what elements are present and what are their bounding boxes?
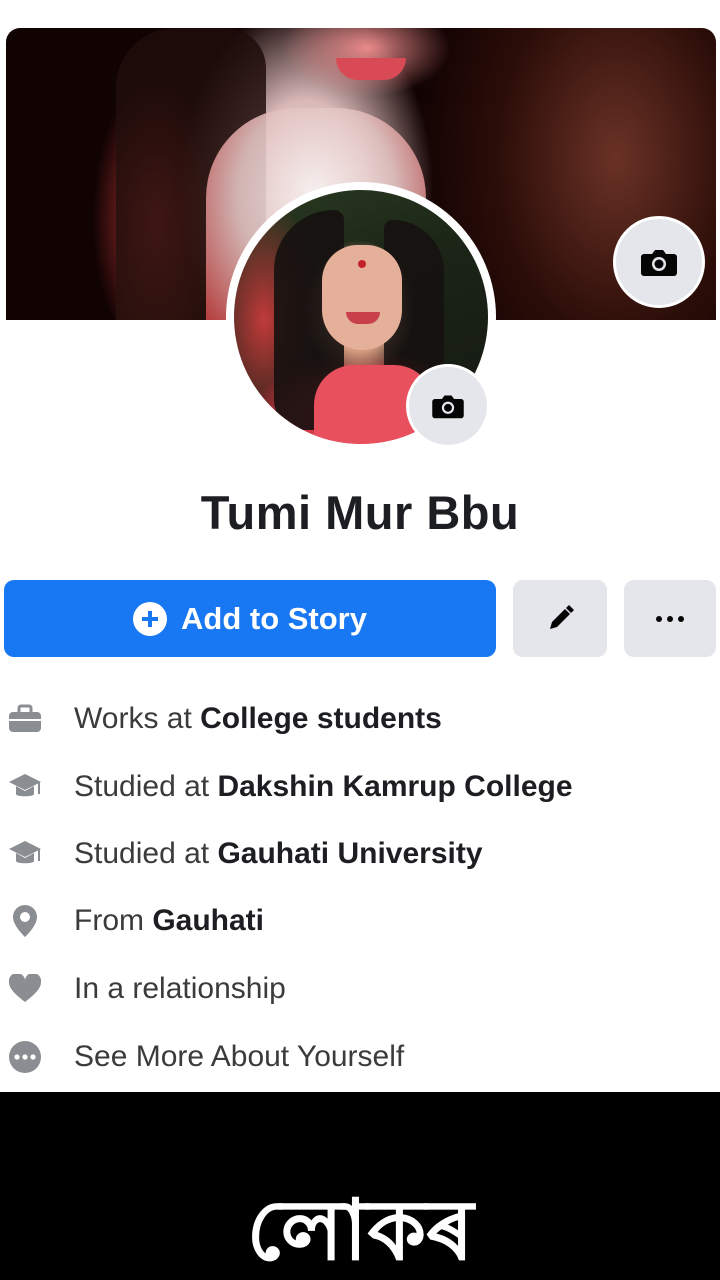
info-row-hometown[interactable]: From Gauhati bbox=[0, 896, 720, 946]
location-pin-icon bbox=[6, 902, 44, 940]
top-status-strip bbox=[0, 0, 720, 28]
ellipsis-circle-icon bbox=[6, 1038, 44, 1076]
info-value-hometown: Gauhati bbox=[152, 904, 265, 937]
edit-cover-photo-button[interactable] bbox=[613, 216, 705, 308]
edit-profile-picture-button[interactable] bbox=[406, 364, 490, 448]
add-to-story-label: Add to Story bbox=[181, 600, 367, 636]
heart-icon bbox=[6, 970, 44, 1008]
ellipsis-icon bbox=[656, 615, 684, 622]
info-value-work: College students bbox=[200, 702, 442, 735]
info-row-education-university[interactable]: Studied at Gauhati University bbox=[0, 829, 720, 879]
more-options-button[interactable] bbox=[624, 580, 716, 657]
info-text-work: Works at College students bbox=[74, 702, 442, 735]
add-to-story-button[interactable]: Add to Story bbox=[4, 580, 496, 657]
info-value-education-college: Dakshin Kamrup College bbox=[217, 770, 573, 803]
info-row-education-college[interactable]: Studied at Dakshin Kamrup College bbox=[0, 762, 720, 812]
pencil-icon bbox=[550, 604, 574, 629]
edit-profile-button[interactable] bbox=[513, 580, 607, 657]
avatar-bindi bbox=[358, 260, 366, 268]
camera-icon bbox=[641, 250, 677, 276]
info-value-education-university: Gauhati University bbox=[217, 837, 483, 870]
camera-icon bbox=[432, 395, 464, 419]
info-text-hometown: From Gauhati bbox=[74, 904, 265, 937]
plus-circle-icon bbox=[133, 601, 167, 636]
info-row-relationship[interactable]: In a relationship bbox=[0, 964, 720, 1014]
profile-name: Tumi Mur Bbu bbox=[200, 486, 520, 539]
briefcase-icon bbox=[6, 700, 44, 738]
info-text-education-college: Studied at Dakshin Kamrup College bbox=[74, 770, 573, 803]
info-row-work[interactable]: Works at College students bbox=[0, 694, 720, 744]
cover-photo-lips bbox=[336, 58, 406, 80]
graduation-cap-icon bbox=[6, 768, 44, 806]
see-more-about-yourself-link[interactable]: See More About Yourself bbox=[0, 1032, 720, 1082]
info-text-education-university: Studied at Gauhati University bbox=[74, 837, 483, 870]
caption-text: লোকৰ bbox=[246, 1181, 474, 1279]
see-more-label: See More About Yourself bbox=[74, 1040, 405, 1073]
info-text-relationship: In a relationship bbox=[74, 972, 286, 1005]
graduation-cap-icon bbox=[6, 835, 44, 873]
